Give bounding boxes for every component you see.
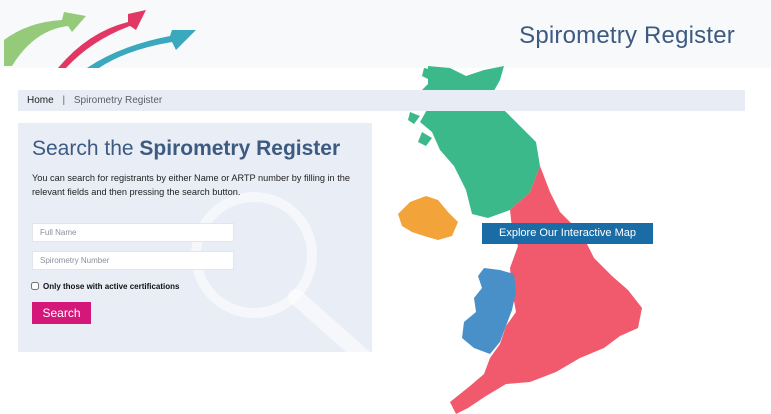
title-prefix: Search the: [32, 137, 140, 160]
active-only-label[interactable]: Only those with active certifications: [43, 282, 179, 291]
search-panel: Search the Spirometry Register You can s…: [18, 123, 372, 352]
spirometry-number-input[interactable]: [32, 251, 234, 270]
explore-map-button[interactable]: Explore Our Interactive Map: [482, 223, 653, 244]
arrows-logo-icon: [4, 10, 196, 68]
search-description: You can search for registrants by either…: [32, 173, 350, 197]
breadcrumb-home-link[interactable]: Home: [27, 95, 54, 106]
search-panel-title: Search the Spirometry Register: [32, 137, 340, 161]
title-emphasis: Spirometry Register: [139, 137, 341, 160]
scotland-region[interactable]: [408, 66, 540, 218]
search-button[interactable]: Search: [32, 302, 91, 324]
site-title: Spirometry Register: [519, 22, 735, 49]
active-only-checkbox[interactable]: [31, 282, 39, 290]
active-only-row: Only those with active certifications: [31, 280, 179, 292]
northern-ireland-region[interactable]: [398, 196, 458, 240]
breadcrumb-separator: |: [62, 95, 66, 106]
breadcrumb-current: Spirometry Register: [73, 95, 163, 106]
site-header: Spirometry Register: [0, 0, 771, 68]
breadcrumb: Home | Spirometry Register: [18, 90, 745, 111]
full-name-input[interactable]: [32, 223, 234, 242]
